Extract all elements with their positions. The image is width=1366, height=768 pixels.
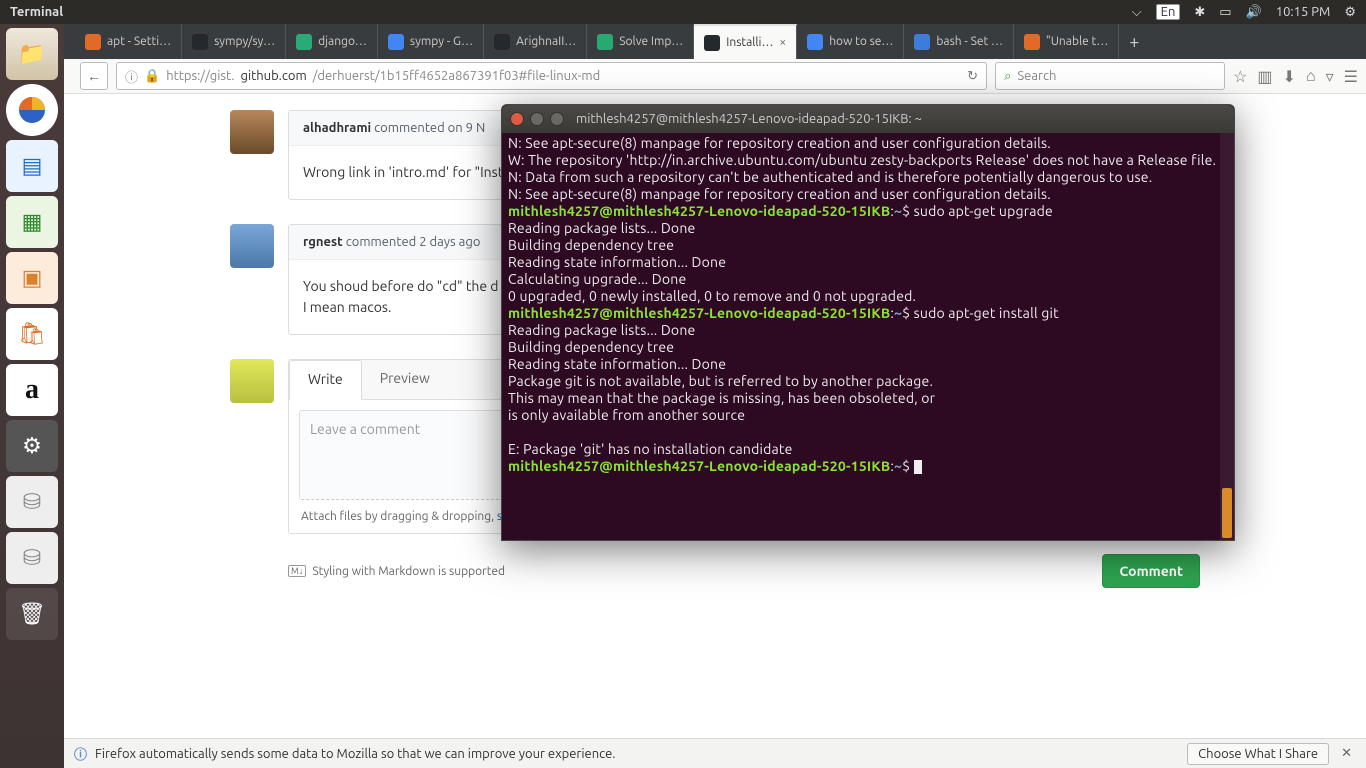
launcher-calc[interactable]: ▦ <box>6 196 58 248</box>
tab-favicon <box>597 34 613 50</box>
battery-icon[interactable]: ▭ <box>1219 5 1231 20</box>
avatar[interactable] <box>230 224 274 268</box>
notice-text: Firefox automatically sends some data to… <box>95 747 615 761</box>
terminal-window[interactable]: mithlesh4257@mithlesh4257-Lenovo-ideapad… <box>501 104 1235 541</box>
reload-icon[interactable]: ↻ <box>967 69 978 84</box>
app-title: Terminal <box>10 5 63 19</box>
search-engine-icon: ⌕ <box>1004 69 1011 84</box>
tab-close-icon[interactable]: × <box>779 36 786 49</box>
browser-search-box[interactable]: ⌕ Search <box>995 62 1225 90</box>
browser-tab[interactable]: ArighnaII… <box>484 24 587 59</box>
info-icon: ⓘ <box>125 67 138 86</box>
browser-tab[interactable]: django… <box>286 24 378 59</box>
comment-author[interactable]: rgnest <box>303 235 343 249</box>
browser-tab-strip: apt - Setti… sympy/sy… django… sympy - G… Ar… <box>0 24 1366 59</box>
launcher-writer[interactable]: ▤ <box>6 140 58 192</box>
bookmark-star-icon[interactable]: ☆ <box>1233 67 1247 86</box>
browser-tab[interactable]: sympy/sy… <box>182 24 286 59</box>
tab-write[interactable]: Write <box>289 360 362 400</box>
tab-label: how to se… <box>829 35 893 48</box>
choose-share-button[interactable]: Choose What I Share <box>1187 743 1329 765</box>
url-path: /derhuerst/1b15ff4652a867391f03#file-lin… <box>313 69 601 83</box>
tab-favicon <box>1024 34 1040 50</box>
tab-label: bash - Set … <box>936 35 1003 48</box>
bluetooth-icon[interactable]: ✱ <box>1194 5 1205 20</box>
url-bar[interactable]: ⓘ 🔒 https://gist. github.com/derhuerst/1b… <box>116 62 987 90</box>
menu-icon[interactable]: ☰ <box>1344 67 1358 86</box>
tab-favicon <box>388 34 404 50</box>
url-prefix: https://gist. <box>166 69 234 83</box>
launcher-trash[interactable]: 🗑 <box>6 588 58 640</box>
downloads-icon[interactable]: ⬇ <box>1283 67 1296 86</box>
comment-button[interactable]: Comment <box>1102 554 1200 588</box>
tab-label: apt - Setti… <box>107 35 171 48</box>
window-minimize-button[interactable] <box>530 112 544 126</box>
terminal-output[interactable]: N: See apt-secure(8) manpage for reposit… <box>502 133 1234 477</box>
url-domain: github.com <box>241 69 307 83</box>
terminal-cursor <box>914 460 922 474</box>
launcher-disk-2[interactable]: ⛁ <box>6 532 58 584</box>
markdown-hint: M↓Styling with Markdown is supported <box>288 565 505 578</box>
avatar[interactable] <box>230 359 274 403</box>
browser-tab[interactable]: bash - Set … <box>904 24 1014 59</box>
tab-favicon <box>85 34 101 50</box>
new-tab-button[interactable]: + <box>1119 24 1149 59</box>
info-icon: ⓘ <box>74 744 87 763</box>
launcher-files[interactable]: 📁 <box>6 28 58 80</box>
tab-favicon <box>807 34 823 50</box>
terminal-titlebar[interactable]: mithlesh4257@mithlesh4257-Lenovo-ideapad… <box>502 105 1234 133</box>
tab-favicon <box>192 34 208 50</box>
browser-tab[interactable]: apt - Setti… <box>75 24 182 59</box>
system-menubar: Terminal ⌵ En ✱ ▭ 🔊 10:15 PM ⚙ <box>0 0 1366 24</box>
gear-icon[interactable]: ⚙ <box>1344 5 1356 20</box>
close-icon[interactable]: ✕ <box>1337 746 1356 761</box>
window-maximize-button[interactable] <box>550 112 564 126</box>
unity-launcher: 📁 ▤ ▦ ▣ 🛍 a ⚙ >_ ⛁ ⛁ 🗑 <box>0 24 64 768</box>
browser-tab[interactable]: Solve Imp… <box>587 24 694 59</box>
volume-icon[interactable]: 🔊 <box>1246 5 1262 20</box>
comment-meta: commented on 9 N <box>371 121 485 135</box>
tab-label: django… <box>318 35 367 48</box>
clock[interactable]: 10:15 PM <box>1276 5 1331 19</box>
wifi-icon[interactable]: ⌵ <box>1132 5 1142 20</box>
launcher-firefox[interactable] <box>6 84 58 136</box>
avatar[interactable] <box>230 110 274 154</box>
system-tray: ⌵ En ✱ ▭ 🔊 10:15 PM ⚙ <box>1132 4 1356 20</box>
lock-icon: 🔒 <box>144 69 160 84</box>
launcher-disk-1[interactable]: ⛁ <box>6 476 58 528</box>
launcher-impress[interactable]: ▣ <box>6 252 58 304</box>
comment-meta: commented 2 days ago <box>343 235 481 249</box>
launcher-settings[interactable]: ⚙ <box>6 420 58 472</box>
tab-favicon <box>296 34 312 50</box>
firefox-data-notice: ⓘ Firefox automatically sends some data … <box>64 738 1366 768</box>
tab-label: ArighnaII… <box>516 35 576 48</box>
tab-preview[interactable]: Preview <box>362 360 448 399</box>
tab-label: Solve Imp… <box>619 35 683 48</box>
terminal-title: mithlesh4257@mithlesh4257-Lenovo-ideapad… <box>576 112 922 126</box>
tab-label: sympy/sy… <box>214 35 275 48</box>
tab-favicon <box>494 34 510 50</box>
pocket-icon[interactable]: ▿ <box>1326 67 1334 86</box>
launcher-amazon[interactable]: a <box>6 364 58 416</box>
search-placeholder: Search <box>1017 69 1056 83</box>
tab-favicon <box>704 35 720 51</box>
tab-label: sympy - G… <box>410 35 473 48</box>
window-close-button[interactable] <box>510 112 524 126</box>
tab-label: Installi… <box>726 36 773 49</box>
library-icon[interactable]: ▥ <box>1257 67 1272 86</box>
browser-nav-toolbar: ← ⓘ 🔒 https://gist. github.com/derhuerst/… <box>0 59 1366 94</box>
back-button[interactable]: ← <box>80 62 108 90</box>
launcher-software[interactable]: 🛍 <box>6 308 58 360</box>
language-indicator[interactable]: En <box>1156 4 1181 20</box>
comment-author[interactable]: alhadhrami <box>303 121 371 135</box>
home-icon[interactable]: ⌂ <box>1306 67 1316 86</box>
browser-tab[interactable]: sympy - G… <box>378 24 484 59</box>
tab-favicon <box>914 34 930 50</box>
browser-tab[interactable]: how to se… <box>797 24 904 59</box>
tab-label: "Unable t… <box>1046 35 1108 48</box>
browser-tab[interactable]: Installi… × <box>694 24 797 59</box>
terminal-scrollbar[interactable] <box>1220 133 1234 540</box>
browser-tab[interactable]: "Unable t… <box>1014 24 1119 59</box>
